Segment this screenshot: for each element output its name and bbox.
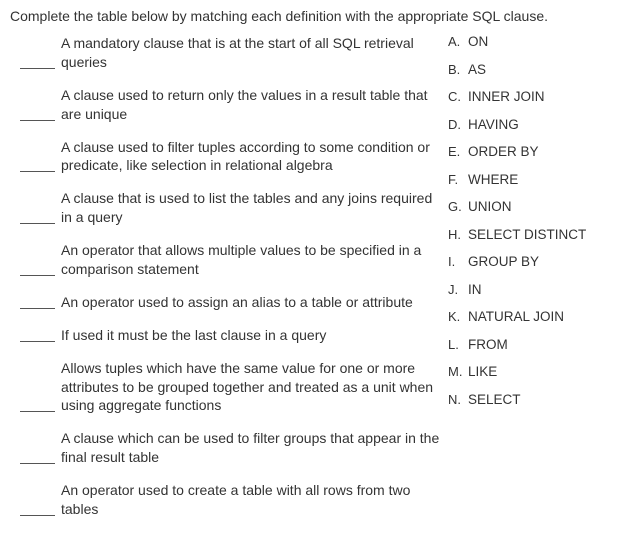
definition-text: An operator used to assign an alias to a… [61,293,440,312]
choice-text: SELECT [468,392,628,407]
definition-text: If used it must be the last clause in a … [61,326,440,345]
definition-row: A clause used to filter tuples according… [20,138,440,176]
choice-letter: F. [448,172,468,187]
choice-text: GROUP BY [468,254,628,269]
choice-letter: M. [448,364,468,379]
choice-text: ON [468,34,628,49]
choice-text: LIKE [468,364,628,379]
definition-text: An operator that allows multiple values … [61,241,440,279]
choice-text: SELECT DISTINCT [468,227,628,242]
answer-blank[interactable] [20,450,55,464]
definition-row: If used it must be the last clause in a … [20,326,440,345]
answer-blank[interactable] [20,295,55,309]
definition-text: A clause used to return only the values … [61,86,440,124]
choice-row: M. LIKE [448,364,628,379]
answer-blank[interactable] [20,328,55,342]
choice-letter: N. [448,392,468,407]
choice-row: L. FROM [448,337,628,352]
choice-row: F. WHERE [448,172,628,187]
choice-text: WHERE [468,172,628,187]
definition-text: An operator used to create a table with … [61,481,440,519]
definition-row: An operator used to create a table with … [20,481,440,519]
choice-letter: L. [448,337,468,352]
definition-text: A clause that is used to list the tables… [61,189,440,227]
choice-letter: H. [448,227,468,242]
answer-blank[interactable] [20,55,55,69]
definition-row: A clause used to return only the values … [20,86,440,124]
answer-blank[interactable] [20,210,55,224]
choice-row: A. ON [448,34,628,49]
answer-blank[interactable] [20,502,55,516]
instruction-text: Complete the table below by matching eac… [10,8,628,24]
definition-row: A clause that is used to list the tables… [20,189,440,227]
definitions-column: A mandatory clause that is at the start … [10,34,440,533]
choice-row: N. SELECT [448,392,628,407]
choice-row: J. IN [448,282,628,297]
choice-letter: A. [448,34,468,49]
choice-row: C. INNER JOIN [448,89,628,104]
choice-text: FROM [468,337,628,352]
answer-blank[interactable] [20,398,55,412]
answer-blank[interactable] [20,107,55,121]
choice-row: G. UNION [448,199,628,214]
definition-text: A clause used to filter tuples according… [61,138,440,176]
definition-row: Allows tuples which have the same value … [20,359,440,416]
definition-text: A mandatory clause that is at the start … [61,34,440,72]
choice-text: NATURAL JOIN [468,309,628,324]
choice-row: K. NATURAL JOIN [448,309,628,324]
definition-row: An operator that allows multiple values … [20,241,440,279]
choice-text: ORDER BY [468,144,628,159]
choice-letter: E. [448,144,468,159]
definition-text: Allows tuples which have the same value … [61,359,440,416]
answer-blank[interactable] [20,158,55,172]
definition-text: A clause which can be used to filter gro… [61,429,440,467]
content-columns: A mandatory clause that is at the start … [10,34,628,533]
choice-text: AS [468,62,628,77]
choice-row: B. AS [448,62,628,77]
choice-text: INNER JOIN [468,89,628,104]
choice-letter: C. [448,89,468,104]
choice-row: I. GROUP BY [448,254,628,269]
definition-row: A clause which can be used to filter gro… [20,429,440,467]
choice-row: D. HAVING [448,117,628,132]
choice-letter: I. [448,254,468,269]
choice-text: HAVING [468,117,628,132]
choice-text: IN [468,282,628,297]
definition-row: A mandatory clause that is at the start … [20,34,440,72]
matching-exercise: Complete the table below by matching eac… [0,0,638,541]
choice-letter: G. [448,199,468,214]
choice-row: H. SELECT DISTINCT [448,227,628,242]
choice-letter: J. [448,282,468,297]
answer-blank[interactable] [20,262,55,276]
choice-letter: B. [448,62,468,77]
choice-letter: D. [448,117,468,132]
choices-column: A. ON B. AS C. INNER JOIN D. HAVING E. O… [440,34,628,419]
definition-row: An operator used to assign an alias to a… [20,293,440,312]
choice-letter: K. [448,309,468,324]
choice-text: UNION [468,199,628,214]
choice-row: E. ORDER BY [448,144,628,159]
